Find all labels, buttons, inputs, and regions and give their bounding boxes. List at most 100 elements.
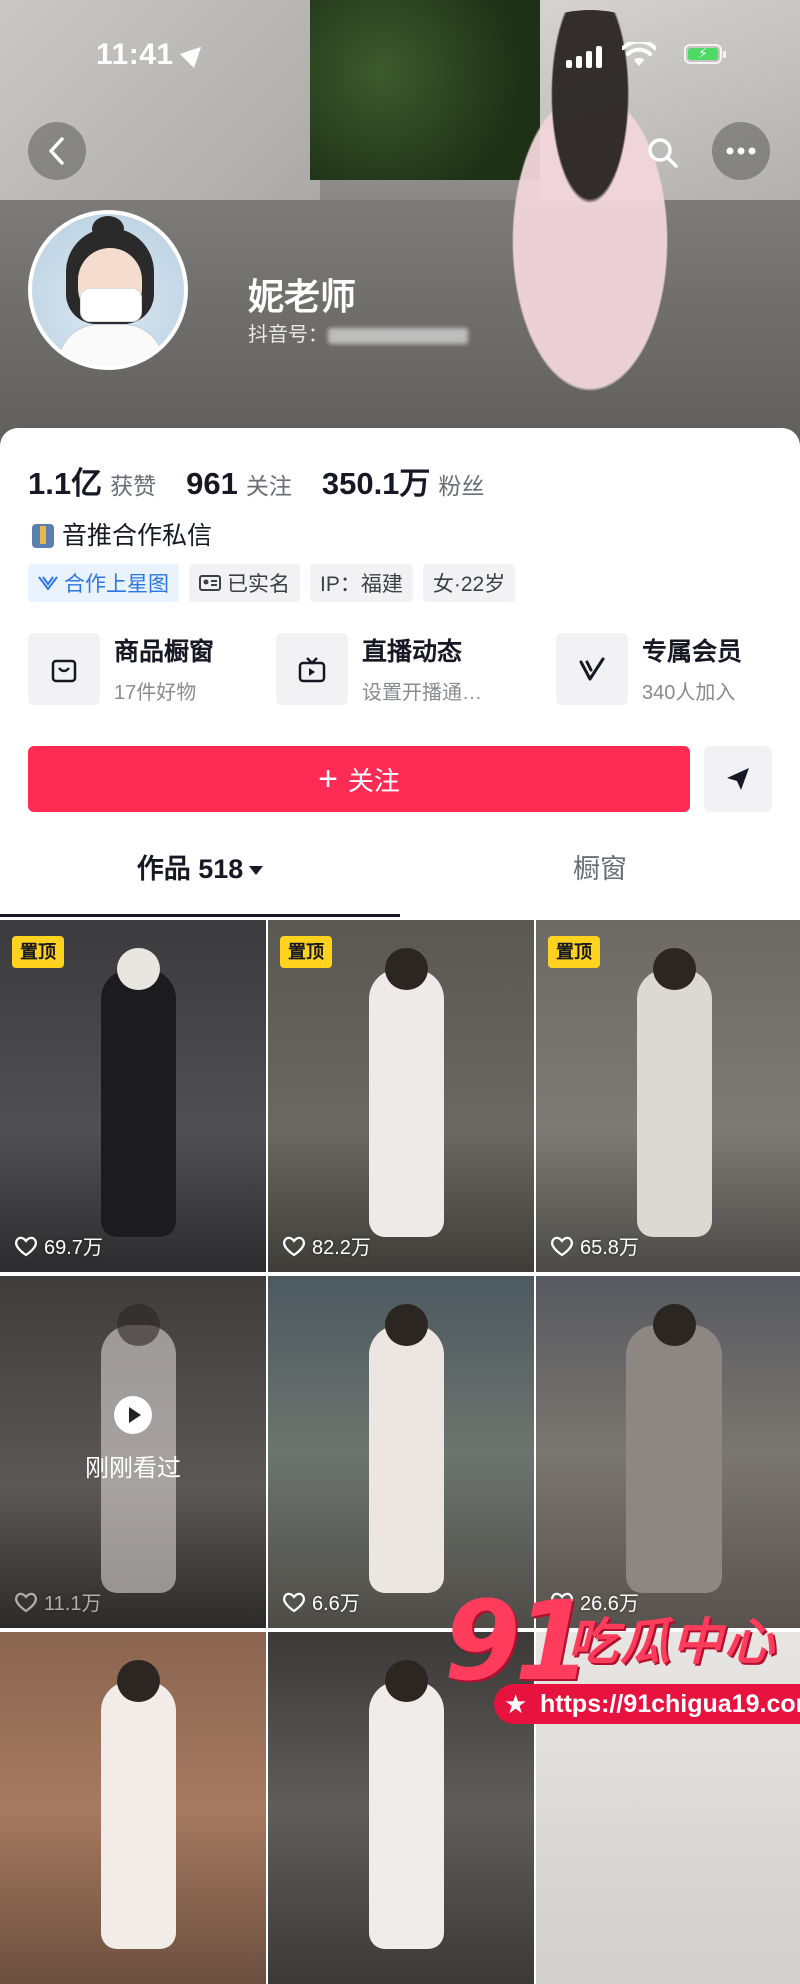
- tab-works[interactable]: 作品 518: [0, 846, 400, 892]
- tag-verified[interactable]: 已实名: [189, 564, 300, 602]
- follow-label: 关注: [347, 765, 400, 796]
- stat-label: 获赞: [110, 473, 157, 499]
- chevron-left-icon: [49, 137, 64, 165]
- douyin-id-redacted: [328, 327, 468, 344]
- send-icon: [727, 768, 749, 790]
- location-arrow-icon: [179, 39, 209, 69]
- stat-value: 961: [186, 466, 238, 501]
- video-grid: 置顶 69.7万 置顶 82.2万 置顶 65.8万 刚刚看过 11.1万 6.…: [0, 920, 800, 1984]
- feature-subtitle: 17件好物: [114, 682, 197, 704]
- video-thumbnail[interactable]: 置顶 82.2万: [268, 920, 534, 1272]
- stat-label: 关注: [245, 473, 292, 499]
- star-icon: ★: [504, 1689, 528, 1719]
- video-thumbnail[interactable]: 刚刚看过 11.1万: [0, 1276, 266, 1628]
- stat-value: 1.1亿: [28, 466, 103, 501]
- live-tv-icon: [298, 656, 326, 682]
- tab-showcase[interactable]: 橱窗: [400, 846, 800, 892]
- recently-watched-label: 刚刚看过: [85, 1455, 181, 1482]
- heart-icon: [551, 1236, 573, 1256]
- bio-text: 音推合作私信: [62, 522, 213, 550]
- pinned-badge: 置顶: [12, 936, 64, 968]
- vip-icon: [579, 657, 605, 680]
- id-card-icon: [199, 575, 221, 591]
- video-thumbnail[interactable]: 6.6万: [268, 1276, 534, 1628]
- status-time: 11:41: [96, 38, 174, 71]
- tag-label: IP：福建: [320, 573, 403, 596]
- stat-label: 粉丝: [438, 473, 485, 499]
- feature-title: 商品橱窗: [114, 638, 215, 666]
- pinned-badge: 置顶: [280, 936, 332, 968]
- tab-label: 橱窗: [573, 854, 627, 884]
- like-count: 11.1万: [14, 1587, 101, 1616]
- video-thumbnail[interactable]: 26.6万: [536, 1276, 800, 1628]
- wifi-icon: [622, 42, 656, 66]
- like-count: 65.8万: [550, 1231, 639, 1260]
- stat-following[interactable]: 961 关注: [186, 466, 292, 502]
- more-button[interactable]: [712, 122, 770, 180]
- cellular-signal-icon: [566, 46, 602, 68]
- share-button[interactable]: [704, 746, 772, 812]
- douyin-id-label: 抖音号：: [248, 324, 328, 346]
- heart-icon: [283, 1592, 305, 1612]
- cover-wall: [0, 0, 320, 230]
- stat-likes[interactable]: 1.1亿 获赞: [28, 458, 156, 503]
- feature-shop-window[interactable]: 商品橱窗 17件好物: [28, 632, 276, 705]
- like-value: 65.8万: [580, 1237, 639, 1259]
- watermark-url: ★ https://91chigua19.com: [494, 1684, 800, 1724]
- more-dots-icon: [726, 147, 756, 155]
- play-icon: [114, 1396, 152, 1434]
- stat-followers[interactable]: 350.1万 粉丝: [322, 458, 485, 503]
- bio: 音推合作私信: [30, 516, 212, 552]
- feature-title: 专属会员: [642, 638, 743, 666]
- feature-subtitle: 340人加入: [642, 682, 736, 704]
- like-value: 11.1万: [44, 1593, 102, 1615]
- like-count: 82.2万: [282, 1231, 371, 1260]
- like-value: 82.2万: [312, 1237, 371, 1259]
- search-button[interactable]: [634, 124, 692, 182]
- like-count: 6.6万: [282, 1587, 360, 1616]
- shopping-bag-icon: [51, 659, 77, 682]
- search-icon: [648, 138, 678, 168]
- plus-icon: +: [318, 759, 338, 798]
- avatar[interactable]: [28, 210, 188, 370]
- feature-title: 直播动态: [362, 638, 463, 666]
- like-value: 69.7万: [44, 1237, 103, 1259]
- heart-icon: [15, 1592, 37, 1612]
- video-thumbnail[interactable]: [0, 1632, 266, 1984]
- video-thumbnail[interactable]: 置顶 65.8万: [536, 920, 800, 1272]
- feature-row: 商品橱窗 17件好物 直播动态 设置开播通… 专属会员 340人加入: [28, 632, 772, 705]
- follow-button[interactable]: + 关注: [28, 746, 690, 812]
- caret-down-icon: [249, 866, 264, 876]
- pinned-badge: 置顶: [548, 936, 600, 968]
- tag-row: 合作上星图 已实名 IP：福建 女·22岁: [28, 564, 516, 602]
- follow-row: + 关注: [28, 746, 772, 812]
- battery-icon: ⚡: [684, 44, 726, 64]
- feature-subtitle: 设置开播通…: [362, 682, 482, 704]
- watermark-url-text: https://91chigua19.com: [540, 1690, 800, 1718]
- tag-label: 已实名: [227, 573, 290, 596]
- feature-membership[interactable]: 专属会员 340人加入: [556, 632, 772, 705]
- douyin-id[interactable]: 抖音号：: [248, 318, 468, 347]
- tag-label: 女·22岁: [432, 573, 506, 596]
- tag-label: 合作上星图: [64, 573, 169, 596]
- like-value: 6.6万: [312, 1593, 360, 1615]
- stat-value: 350.1万: [321, 466, 431, 501]
- tag-ip: IP：福建: [310, 564, 413, 602]
- video-thumbnail[interactable]: 置顶 69.7万: [0, 920, 266, 1272]
- heart-icon: [283, 1236, 305, 1256]
- profile-name: 妮老师: [248, 276, 357, 317]
- feature-live[interactable]: 直播动态 设置开播通…: [276, 632, 556, 705]
- heart-icon: [15, 1236, 37, 1256]
- stats-row: 1.1亿 获赞 961 关注 350.1万 粉丝: [28, 458, 484, 503]
- status-bar: 11:41 ⚡: [0, 38, 800, 78]
- content-tabs: 作品 518 橱窗: [0, 846, 800, 910]
- tag-star-map[interactable]: 合作上星图: [28, 564, 179, 602]
- tab-label: 作品 518: [136, 854, 244, 884]
- tab-indicator: [0, 914, 400, 917]
- profile-sheet: 1.1亿 获赞 961 关注 350.1万 粉丝 音推合作私信 合作上星图 已实名 I…: [0, 428, 800, 1984]
- recently-watched-overlay: 刚刚看过: [0, 1396, 266, 1483]
- back-button[interactable]: [28, 122, 86, 180]
- businessperson-icon: [30, 520, 56, 548]
- watermark-logo-text: 吃瓜中心: [568, 1614, 776, 1670]
- tag-gender-age: 女·22岁: [422, 564, 516, 602]
